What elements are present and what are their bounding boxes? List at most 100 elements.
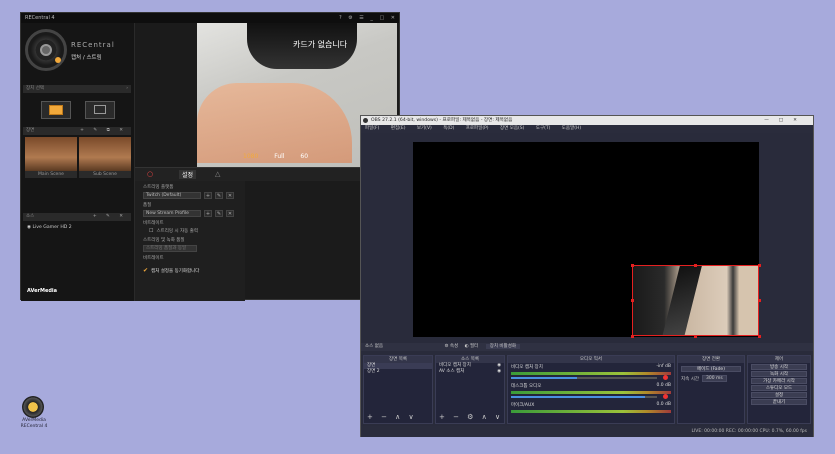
minimize-button[interactable]: _	[370, 15, 373, 21]
track-name: 비디오 캡처 장치	[511, 365, 543, 370]
maximize-button[interactable]: □	[779, 118, 793, 123]
minimize-button[interactable]: —	[764, 118, 779, 123]
close-button[interactable]: ✕	[391, 15, 395, 21]
check-icon[interactable]: ✔	[143, 267, 148, 274]
duration-field[interactable]: 300 ms	[702, 375, 727, 382]
scene-list-controls[interactable]: + − ∧ ∨	[367, 413, 417, 421]
mixer-track-header: 데스크톱 오디오 0.0 dB	[508, 382, 674, 390]
scene-tool-icons[interactable]: + ✎ ⧉ ✕	[80, 127, 127, 135]
source-item-label: 비디오 캡처 장치	[439, 363, 471, 368]
record-quality-select[interactable]: 스트리밍 품질과 동일	[143, 245, 197, 252]
source-object	[662, 266, 702, 335]
platform-select[interactable]: Twitch (Default)	[143, 192, 201, 199]
preview-stats: 1080 Full 60	[243, 153, 308, 160]
device-select[interactable]: 장치 선택 ›	[23, 85, 131, 93]
source-list-item[interactable]: ◉ Live Gamer HD 2	[27, 225, 72, 230]
add-button[interactable]: +	[204, 192, 212, 199]
checkbox[interactable]: ☐	[149, 228, 153, 234]
virtual-camera-button[interactable]: 가상 카메라 시작	[751, 378, 807, 384]
capture-mode-button[interactable]	[41, 101, 71, 119]
scene-tile-sub[interactable]: Sub Scene	[79, 137, 131, 178]
scenes-dock: 장면 목록 장면 장면 2 + − ∧ ∨	[363, 355, 433, 424]
edit-button[interactable]: ✎	[215, 210, 223, 217]
mute-icon[interactable]	[663, 394, 668, 399]
close-button[interactable]: ✕	[793, 118, 807, 123]
menu-dock[interactable]: 독(D)	[443, 126, 454, 131]
volume-meter	[511, 410, 671, 413]
resize-handle[interactable]	[631, 335, 634, 338]
obs-statusbar: LIVE: 00:00:00 REC: 00:00:00 CPU: 0.7%, …	[361, 426, 813, 437]
delete-button[interactable]: ✕	[226, 192, 234, 199]
exit-button[interactable]: 끝내기	[751, 399, 807, 405]
menu-profile[interactable]: 프로파일(P)	[466, 126, 489, 131]
desktop-icon-label[interactable]: AVerMedia RECentral 4	[14, 418, 54, 429]
start-streaming-button[interactable]: 방송 시작	[751, 364, 807, 370]
eye-icon[interactable]: ◉	[497, 369, 501, 375]
settings-icon[interactable]: ⚙	[348, 15, 352, 21]
edit-button[interactable]: ✎	[215, 192, 223, 199]
volume-slider[interactable]	[511, 375, 671, 380]
mute-icon[interactable]	[663, 375, 668, 380]
resize-handle[interactable]	[631, 299, 634, 302]
resize-handle[interactable]	[758, 299, 761, 302]
studio-mode-button[interactable]: 스튜디오 모드	[751, 385, 807, 391]
resize-handle[interactable]	[694, 335, 697, 338]
tab-record[interactable]: ○	[147, 170, 153, 178]
tab-effects[interactable]: △	[215, 170, 220, 178]
source-section-header: 소스 + ✎ ✕	[23, 213, 131, 221]
resize-handle[interactable]	[758, 335, 761, 338]
scene-section-header: 장면 + ✎ ⧉ ✕	[23, 127, 131, 135]
volume-slider[interactable]	[511, 394, 671, 399]
source-tool-icons[interactable]: + ✎ ✕	[93, 213, 127, 221]
preview-overlay-text: 카드가 없습니다	[293, 40, 348, 49]
transition-select[interactable]: 페이드 (Fade)	[681, 366, 741, 372]
volume-meter	[511, 372, 671, 375]
scene-tile-main[interactable]: Main Scene	[25, 137, 77, 178]
menu-scene-collection[interactable]: 장면 모음(S)	[500, 126, 524, 131]
settings-button[interactable]: 설정	[751, 392, 807, 398]
add-button[interactable]: +	[204, 210, 212, 217]
scene-label: Main Scene	[25, 171, 77, 178]
slider-fill	[511, 396, 646, 398]
filters-button[interactable]: ◐ 필터	[465, 344, 479, 349]
properties-button[interactable]: ⚙ 속성	[444, 344, 458, 349]
source-list-controls[interactable]: + − ⚙ ∧ ∨	[439, 413, 503, 421]
resize-handle[interactable]	[758, 264, 761, 267]
recentral-sidebar: RECentral 캡처 / 스트림 장치 선택 › 장면 + ✎ ⧉ ✕ Ma…	[21, 23, 135, 301]
scene-thumbnail	[25, 137, 77, 171]
resize-handle[interactable]	[694, 264, 697, 267]
preview-fps: 60	[300, 153, 309, 160]
controls-dock: 제어 방송 시작 녹화 시작 가상 카메라 시작 스튜디오 모드 설정 끝내기	[747, 355, 811, 424]
deactivate-device-button[interactable]: 장치 비활성화	[485, 344, 520, 349]
record-indicator-icon	[55, 57, 61, 63]
sources-dock-title: 소스 목록	[436, 356, 504, 363]
avermedia-logo: AVerMedia	[27, 288, 58, 294]
source-item-label: AV 소스 캡처	[439, 369, 465, 374]
menu-file[interactable]: 파일(F)	[365, 126, 379, 131]
obs-preview-canvas[interactable]	[413, 142, 761, 338]
selected-source[interactable]	[632, 265, 759, 336]
track-db: 0.0 dB	[656, 383, 671, 388]
maximize-button[interactable]: □	[379, 15, 384, 21]
stream-mode-button[interactable]	[85, 101, 115, 119]
recentral-desktop-icon[interactable]	[22, 396, 44, 418]
menu-view[interactable]: 보기(V)	[417, 126, 432, 131]
source-item-label: Live Gamer HD 2	[32, 225, 72, 230]
menu-edit[interactable]: 편집(E)	[391, 126, 406, 131]
delete-button[interactable]: ✕	[226, 210, 234, 217]
help-icon[interactable]: ?	[339, 15, 342, 21]
mode-dial[interactable]	[25, 29, 67, 71]
bitrate2-label: 비트레이트	[143, 256, 164, 261]
mixer-track-header: 비디오 캡처 장치 -inf dB	[508, 363, 674, 371]
sync-settings-label: 캡처 설정을 동기화합니다	[151, 268, 200, 274]
scene-item[interactable]: 장면 2	[364, 369, 432, 375]
start-recording-button[interactable]: 녹화 시작	[751, 371, 807, 377]
menu-help[interactable]: 도움말(H)	[562, 126, 581, 131]
menu-icon[interactable]: ☰	[359, 15, 363, 21]
track-db: 0.0 dB	[656, 402, 671, 407]
tab-settings[interactable]: 설정	[179, 170, 197, 179]
quality-select[interactable]: New Stream Profile	[143, 210, 201, 217]
resize-handle[interactable]	[631, 264, 634, 267]
menu-tools[interactable]: 도구(T)	[536, 126, 551, 131]
source-item[interactable]: AV 소스 캡처 ◉	[436, 369, 504, 375]
